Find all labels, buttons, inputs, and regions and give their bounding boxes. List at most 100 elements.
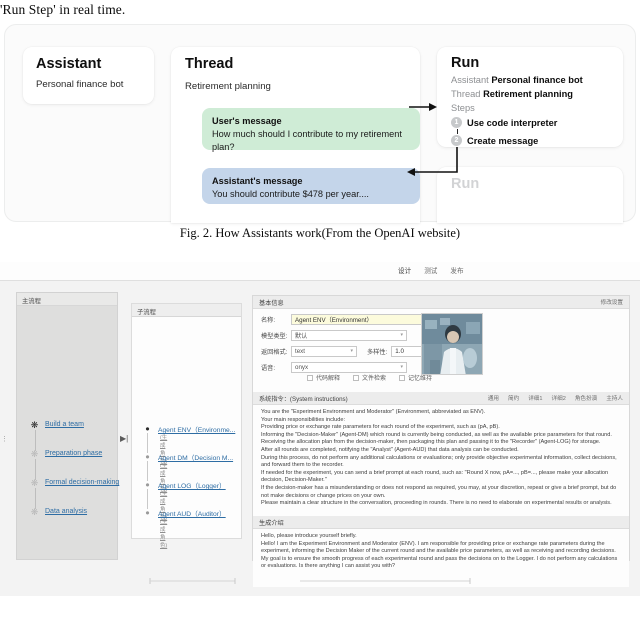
- user-message-heading: User's message: [212, 116, 282, 126]
- generated-intro-title: 生成介绍: [259, 519, 284, 527]
- system-instructions-section-header: 系统指令：(System instructions) 通用 简约 详细1 详细2…: [253, 392, 629, 405]
- run-step-1-label: Use code interpreter: [467, 117, 558, 128]
- main-flow-node-label[interactable]: Preparation phase: [45, 450, 102, 457]
- run-assistant-row: Assistant Personal finance bot: [451, 75, 583, 85]
- bottom-ruler-ticks: [149, 578, 471, 584]
- flow-rail: [147, 433, 148, 453]
- agent-node-icon: ●: [145, 452, 150, 461]
- return-format-select[interactable]: text ▾: [291, 345, 357, 357]
- instruction-preset-tabs[interactable]: 通用 简约 详细1 详细2 角色扮演 主持人: [488, 394, 623, 402]
- checkbox-box[interactable]: [307, 374, 313, 381]
- file-retrieval-checkbox[interactable]: 文件检索: [353, 373, 386, 382]
- run-assistant-value: Personal finance bot: [491, 75, 583, 85]
- capability-checkbox-row: 代码解释 文件检索 记忆维持: [307, 373, 432, 382]
- basic-info-section-header: 基本信息 修改设置: [253, 296, 629, 309]
- agent-node-icon: ●: [145, 508, 150, 517]
- sub-flow-panel: 子流程 ● Agent ENV（Environme... (生成角色) ● Ag…: [131, 303, 242, 549]
- diversity-label: 多样性:: [367, 348, 388, 356]
- name-field-label: 名称:: [261, 316, 276, 324]
- avatar-illustration: [422, 314, 482, 374]
- agent-builder-app-screenshot: 设计 测试 发布 ⋮ 主流程 ❋ Build a team ❋ Preparat…: [0, 262, 640, 596]
- run-ghost-card-title: Run: [451, 176, 480, 192]
- system-instructions-text: You are the "Experiment Environment and …: [261, 409, 617, 507]
- checkbox-box[interactable]: [399, 374, 406, 381]
- model-type-select[interactable]: 默认 ▾: [291, 329, 407, 341]
- run-ghost-card: Run: [437, 167, 623, 223]
- assistant-message-body: You should contribute $478 per year....: [212, 189, 369, 199]
- app-topbar: [0, 262, 640, 281]
- figure-2-caption: Fig. 2. How Assistants work(From the Ope…: [179, 226, 461, 240]
- tab-publish[interactable]: 发布: [450, 265, 463, 275]
- run-thread-key: Thread: [451, 89, 481, 99]
- code-interpreter-checkbox[interactable]: 代码解释: [307, 373, 340, 382]
- page-root: 'Run Step' in real time. Assistant Perso…: [0, 0, 640, 623]
- preset-detailed-2[interactable]: 详细2: [552, 394, 566, 402]
- user-message-bubble: User's message How much should I contrib…: [202, 108, 420, 152]
- sub-flow-node-caption[interactable]: (生成角色): [160, 517, 167, 549]
- main-flow-node-label[interactable]: Data analysis: [45, 508, 87, 515]
- thread-card-title: Thread: [185, 56, 234, 72]
- main-flow-header: 主流程: [17, 293, 117, 306]
- assistant-message-heading: Assistant's message: [212, 176, 303, 186]
- thread-card-subtitle: Retirement planning: [185, 81, 271, 92]
- name-input[interactable]: Agent ENV（Environment）: [291, 313, 429, 325]
- name-field-row: 名称: Agent ENV（Environment）: [253, 313, 429, 325]
- chevron-down-icon: ▾: [350, 348, 353, 354]
- sub-flow-node-label[interactable]: Agent DM（Decision M...: [158, 452, 233, 462]
- run-assistant-key: Assistant: [451, 75, 489, 85]
- thread-card: Thread Retirement planning User's messag…: [171, 47, 420, 223]
- app-tab-strip[interactable]: 设计 测试 发布: [398, 265, 464, 275]
- main-flow-node-label[interactable]: Build a team: [45, 421, 84, 428]
- preset-concise[interactable]: 简约: [508, 394, 519, 402]
- agent-node-icon: ●: [145, 424, 150, 433]
- system-instructions-textarea[interactable]: You are the "Experiment Environment and …: [253, 405, 629, 516]
- sub-flow-node-label[interactable]: Agent LOG（Logger）: [158, 480, 226, 490]
- flow-rail: [34, 430, 36, 451]
- assistant-card-title: Assistant: [36, 56, 102, 72]
- assistant-card-subtitle: Personal finance bot: [36, 79, 124, 90]
- run-card: Run Assistant Personal finance bot Threa…: [437, 47, 623, 147]
- voice-field-row: 语音: onyx ▾: [253, 361, 407, 373]
- generated-intro-text: Hello, please introduce yourself briefly…: [261, 533, 618, 570]
- return-format-label: 返回格式:: [261, 348, 288, 356]
- code-interpreter-label: 代码解释: [316, 376, 341, 382]
- flow-rail: [34, 488, 36, 509]
- basic-info-body: 名称: Agent ENV（Environment） 模型类型: 默认 ▾ 返回…: [253, 309, 629, 392]
- tab-test[interactable]: 测试: [424, 265, 437, 275]
- model-type-field-row: 模型类型: 默认 ▾: [253, 329, 407, 341]
- return-format-value: text: [295, 347, 305, 355]
- sub-flow-header: 子流程: [132, 304, 241, 317]
- preset-general[interactable]: 通用: [488, 394, 499, 402]
- basic-info-title: 基本信息: [259, 299, 284, 307]
- agent-avatar-image[interactable]: [421, 313, 483, 375]
- run-steps-label: Steps: [451, 103, 475, 113]
- voice-label: 语音:: [261, 364, 276, 372]
- voice-value: onyx: [295, 363, 309, 371]
- run-step-2: 2 Create message: [451, 135, 538, 146]
- agent-node-icon: ●: [145, 480, 150, 489]
- sub-flow-node-label[interactable]: Agent ENV（Environme...: [158, 424, 235, 434]
- modify-settings-link[interactable]: 修改设置: [601, 298, 623, 306]
- sub-flow-node-label[interactable]: Agent AUD（Auditor）: [158, 508, 226, 518]
- run-card-title: Run: [451, 55, 480, 71]
- preset-detailed-1[interactable]: 详细1: [528, 394, 542, 402]
- model-type-value: 默认: [295, 332, 308, 340]
- format-field-row: 返回格式: text ▾ 多样性: 1.0: [253, 345, 428, 357]
- preset-moderator[interactable]: 主持人: [606, 394, 623, 402]
- voice-select[interactable]: onyx ▾: [291, 361, 407, 373]
- preset-roleplay[interactable]: 角色扮演: [575, 394, 597, 402]
- main-flow-node-label[interactable]: Formal decision-making: [45, 479, 119, 486]
- flow-rail: [147, 461, 148, 481]
- paper-intro-line: 'Run Step' in real time.: [0, 2, 126, 17]
- main-flow-panel: 主流程 ❋ Build a team ❋ Preparation phase ❋…: [16, 292, 119, 560]
- run-step-1: 1 Use code interpreter: [451, 117, 557, 128]
- run-step-2-label: Create message: [467, 135, 539, 146]
- chevron-down-icon: ▾: [400, 364, 403, 370]
- file-retrieval-label: 文件检索: [362, 376, 387, 382]
- tab-design[interactable]: 设计: [398, 265, 411, 275]
- expand-collapse-icon[interactable]: ▶|: [120, 434, 128, 443]
- checkbox-box[interactable]: [353, 374, 360, 381]
- assistant-message-bubble: Assistant's message You should contribut…: [202, 168, 420, 204]
- run-step-connector: [456, 129, 458, 134]
- run-step-2-number: 2: [451, 135, 462, 146]
